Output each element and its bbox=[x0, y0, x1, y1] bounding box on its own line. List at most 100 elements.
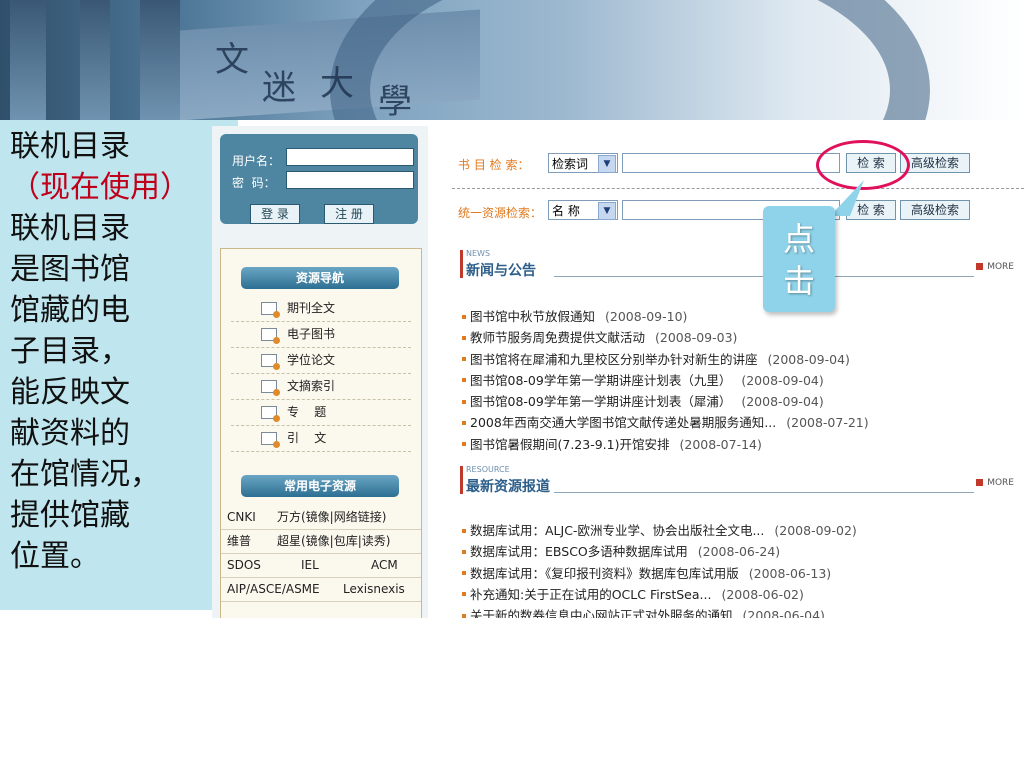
news-list: 图书馆中秋节放假通知 (2008-09-10) 教师节服务周免费提供文献活动 (20… bbox=[462, 306, 1022, 455]
resource-item-date: (2008-06-13) bbox=[748, 565, 832, 581]
news-item[interactable]: 图书馆暑假期间(7.23-9.1)开馆安排 (2008-07-14) bbox=[462, 434, 1022, 455]
news-item-text: 图书馆08-09学年第一学期讲座计划表（犀浦） bbox=[470, 394, 732, 410]
nav-item-label: 学位论文 bbox=[287, 353, 336, 367]
unified-advanced-button[interactable]: 高级检索 bbox=[900, 200, 970, 220]
unified-field-select[interactable]: 名 称 ▼ bbox=[548, 200, 618, 220]
callout-text: 点击 bbox=[782, 220, 815, 300]
resources-title: 最新资源报道 bbox=[466, 479, 550, 495]
nav-item-topics[interactable]: 专 题 bbox=[231, 399, 411, 426]
unified-search-label: 统一资源检索： bbox=[458, 206, 543, 220]
resource-link-lexisnexis[interactable]: Lexisnexis bbox=[343, 577, 405, 601]
news-item[interactable]: 教师节服务周免费提供文献活动 (2008-09-03) bbox=[462, 327, 1022, 348]
nav-item-citations[interactable]: 引 文 bbox=[231, 425, 411, 452]
resource-row: SDOS IEL ACM bbox=[221, 553, 421, 578]
banner-arch bbox=[330, 0, 930, 120]
password-input[interactable] bbox=[286, 171, 414, 189]
news-item-text: 图书馆中秋节放假通知 bbox=[470, 309, 596, 324]
document-icon bbox=[261, 432, 280, 448]
annotation-line: 子目录， bbox=[10, 334, 130, 369]
resources-more-link[interactable]: MORE bbox=[976, 478, 1014, 488]
news-item[interactable]: 图书馆08-09学年第一学期讲座计划表（九里） (2008-09-04) bbox=[462, 370, 1022, 391]
username-input[interactable] bbox=[286, 148, 414, 166]
search-divider bbox=[452, 188, 1024, 189]
annotation-line-highlight: （现在使用） bbox=[10, 170, 190, 205]
news-item-date: (2008-09-04) bbox=[741, 372, 824, 388]
banner-pillar bbox=[140, 0, 180, 120]
news-item-date: (2008-09-10) bbox=[605, 309, 688, 324]
catalog-field-select[interactable]: 检索词 ▼ bbox=[548, 153, 618, 173]
nav-item-abstracts[interactable]: 文摘索引 bbox=[231, 373, 411, 400]
select-value: 名 称 bbox=[552, 204, 580, 218]
news-more-link[interactable]: MORE bbox=[976, 262, 1014, 272]
resource-link-sdos[interactable]: SDOS bbox=[227, 553, 261, 577]
news-item-text: 教师节服务周免费提供文献活动 bbox=[470, 330, 646, 346]
common-resources-title: 常用电子资源 bbox=[241, 475, 399, 497]
resource-item-date: (2008-06-24) bbox=[697, 544, 781, 560]
resource-item-date: (2008-06-04) bbox=[742, 608, 825, 618]
annotation-text: 联机目录 （现在使用） 联机目录 是图书馆 馆藏的电 子目录， 能反映文 献资料… bbox=[10, 126, 190, 577]
document-icon bbox=[261, 302, 280, 318]
resource-item[interactable]: 数据库试用：ALJC-欧洲专业学、协会出版社全文电... (2008-09-02) bbox=[462, 520, 1022, 541]
news-item[interactable]: 图书馆中秋节放假通知 (2008-09-10) bbox=[462, 306, 1022, 327]
login-button[interactable]: 登 录 bbox=[250, 204, 300, 224]
news-item-text: 2008年西南交通大学图书馆文献传递处暑期服务通知... bbox=[470, 415, 777, 431]
header-banner: 文 迷 大 學 bbox=[0, 0, 1024, 120]
resource-item-text: 补充通知:关于正在试用的OCLC FirstSea... bbox=[470, 586, 712, 602]
news-item[interactable]: 2008年西南交通大学图书馆文献传递处暑期服务通知... (2008-07-21) bbox=[462, 412, 1022, 433]
nav-item-label: 电子图书 bbox=[287, 327, 336, 341]
resource-item[interactable]: 数据库试用：《复印报刊资料》数据库包库试用版 (2008-06-13) bbox=[462, 563, 1022, 584]
resource-link-aip[interactable]: AIP/ASCE/ASME bbox=[227, 577, 320, 601]
annotation-line: 位置。 bbox=[10, 539, 100, 574]
news-item-date: (2008-07-21) bbox=[786, 415, 869, 431]
news-item-date: (2008-09-03) bbox=[655, 330, 738, 346]
resource-row: 维普 超星(镜像|包库|读秀) bbox=[221, 529, 421, 554]
resource-row: CNKI 万方(镜像|网络链接) bbox=[221, 505, 421, 530]
section-marker bbox=[460, 466, 463, 494]
banner-calligraphy: 迷 bbox=[262, 68, 296, 108]
resources-section-header: RESOURCE 最新资源报道 MORE bbox=[460, 465, 1024, 495]
news-item-text: 图书馆08-09学年第一学期讲座计划表（九里） bbox=[470, 372, 732, 388]
nav-item-journals[interactable]: 期刊全文 bbox=[231, 295, 411, 322]
annotation-line: 联机目录 bbox=[10, 129, 130, 164]
news-item[interactable]: 图书馆将在犀浦和九里校区分别举办针对新生的讲座 (2008-09-04) bbox=[462, 349, 1022, 370]
resource-link-iel[interactable]: IEL bbox=[301, 553, 319, 577]
chevron-down-icon: ▼ bbox=[598, 202, 616, 220]
news-item-date: (2008-09-04) bbox=[741, 394, 824, 410]
resource-nav-panel: 资源导航 期刊全文 电子图书 学位论文 文摘索引 专 题 引 文 常用电子资源 … bbox=[220, 248, 422, 618]
resource-item[interactable]: 数据库试用：EBSCO多语种数据库试用 (2008-06-24) bbox=[462, 541, 1022, 562]
annotation-line: 在馆情况， bbox=[10, 457, 160, 492]
resource-link-cnki[interactable]: CNKI bbox=[227, 505, 256, 529]
resource-item[interactable]: 关于新的数券信息中心网站正式对外服务的通知 (2008-06-04) bbox=[462, 605, 1022, 618]
resource-item-date: (2008-06-02) bbox=[721, 586, 804, 602]
news-item[interactable]: 图书馆08-09学年第一学期讲座计划表（犀浦） (2008-09-04) bbox=[462, 391, 1022, 412]
nav-item-theses[interactable]: 学位论文 bbox=[231, 347, 411, 374]
annotation-line: 献资料的 bbox=[10, 416, 130, 451]
register-button[interactable]: 注 册 bbox=[324, 204, 374, 224]
catalog-keyword-input[interactable] bbox=[622, 153, 840, 173]
catalog-advanced-button[interactable]: 高级检索 bbox=[900, 153, 970, 173]
document-icon bbox=[261, 328, 280, 344]
nav-item-label: 引 文 bbox=[287, 431, 327, 445]
news-item-text: 图书馆将在犀浦和九里校区分别举办针对新生的讲座 bbox=[470, 351, 758, 367]
section-tag: RESOURCE bbox=[466, 465, 510, 474]
resource-item-text: 数据库试用：《复印报刊资料》数据库包库试用版 bbox=[470, 565, 739, 581]
news-item-date: (2008-07-14) bbox=[679, 436, 762, 452]
resource-link-wanfang[interactable]: 万方(镜像|网络链接) bbox=[277, 505, 386, 529]
nav-item-label: 期刊全文 bbox=[287, 301, 336, 315]
banner-calligraphy: 大 bbox=[320, 64, 354, 104]
resource-link-chaoxing[interactable]: 超星(镜像|包库|读秀) bbox=[277, 529, 390, 553]
annotation-line: 是图书馆 bbox=[10, 252, 130, 287]
section-tag: NEWS bbox=[466, 249, 491, 258]
nav-item-label: 文摘索引 bbox=[287, 379, 336, 393]
banner-calligraphy: 學 bbox=[378, 82, 412, 120]
library-website: 用户名： 密 码： 登 录 注 册 资源导航 期刊全文 电子图书 学位论文 文摘… bbox=[212, 126, 1024, 618]
banner-pillar bbox=[10, 0, 46, 120]
resource-link-weipu[interactable]: 维普 bbox=[227, 529, 251, 553]
nav-item-ebooks[interactable]: 电子图书 bbox=[231, 321, 411, 348]
password-label: 密 码： bbox=[232, 176, 276, 190]
resource-item[interactable]: 补充通知:关于正在试用的OCLC FirstSea... (2008-06-02) bbox=[462, 584, 1022, 605]
callout-pointer-shape bbox=[830, 180, 864, 216]
left-column: 用户名： 密 码： 登 录 注 册 资源导航 期刊全文 电子图书 学位论文 文摘… bbox=[212, 126, 428, 618]
resource-link-acm[interactable]: ACM bbox=[371, 553, 398, 577]
annotation-line: 能反映文 bbox=[10, 375, 130, 410]
